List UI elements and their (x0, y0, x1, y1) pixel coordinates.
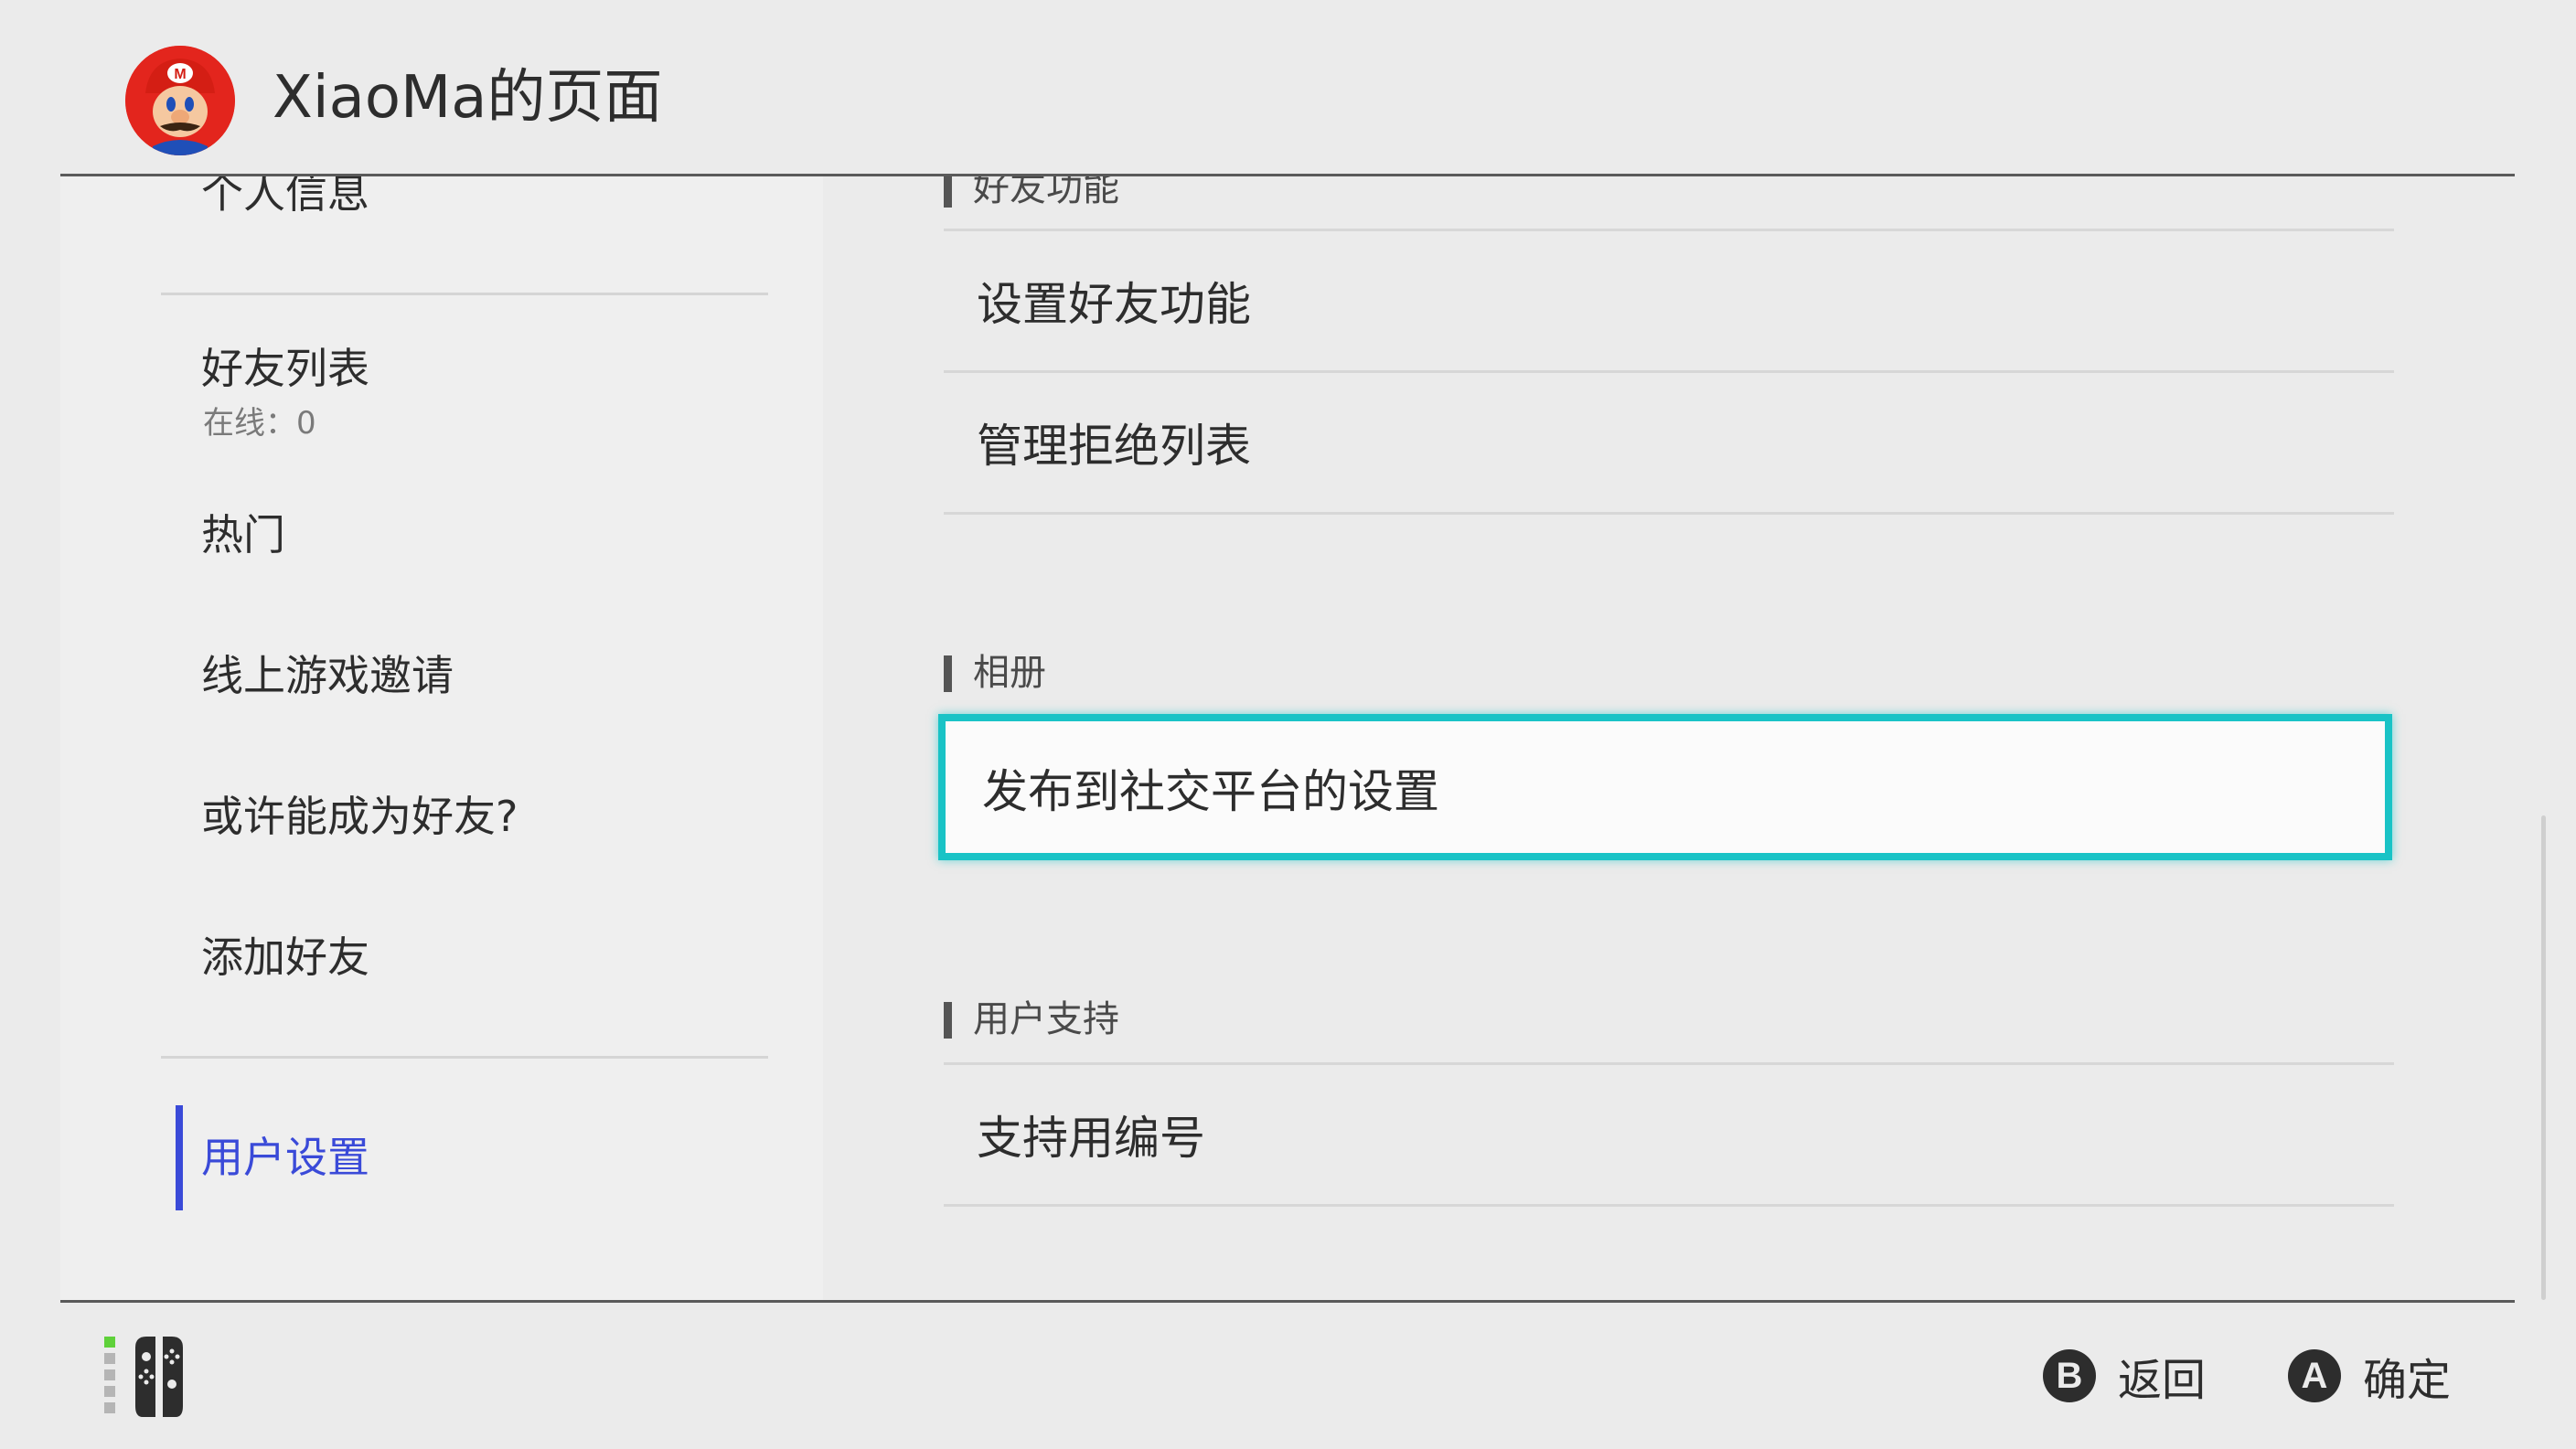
sidebar-item-online-invites[interactable]: 线上游戏邀请 (201, 648, 454, 703)
page-title: XiaoMa的页面 (273, 64, 663, 132)
sidebar-item-add-friend[interactable]: 添加好友 (201, 930, 369, 985)
settings-panel: 好友功能 设置好友功能 管理拒绝列表 相册 发布到社交平台的设置 用户支持 支持… (823, 176, 2533, 1301)
sidebar-item-label: 添加好友 (201, 932, 369, 982)
row-divider (944, 512, 2394, 515)
b-button-icon: B (2043, 1349, 2096, 1402)
row-divider (944, 1062, 2394, 1065)
online-count: 在线：0 (203, 405, 316, 442)
row-support-code[interactable]: 支持用编号 (977, 1106, 1205, 1170)
user-avatar[interactable]: M (125, 46, 235, 155)
sidebar-item-label: 或许能成为好友? (201, 792, 518, 841)
sidebar-item-user-settings[interactable]: 用户设置 (201, 1130, 369, 1185)
row-divider (944, 229, 2394, 231)
section-heading-label: 好友功能 (973, 176, 1119, 209)
header: M XiaoMa的页面 (0, 0, 2576, 176)
active-indicator (176, 1105, 183, 1210)
sidebar-item-profile[interactable]: 个人信息 (201, 176, 369, 220)
sidebar-item-friend-list[interactable]: 好友列表 (201, 341, 369, 396)
joycon-controller-icon (102, 1333, 230, 1421)
mario-avatar-icon: M (125, 46, 235, 155)
section-heading-label: 相册 (973, 652, 1046, 694)
sidebar-item-trending[interactable]: 热门 (201, 507, 285, 562)
footer-divider (60, 1300, 2515, 1303)
sidebar-item-suggested-friends[interactable]: 或许能成为好友? (201, 789, 518, 844)
section-heading-friend-features: 好友功能 (944, 176, 1119, 213)
confirm-button[interactable]: A 确定 (2288, 1344, 2451, 1408)
sidebar-item-label: 个人信息 (201, 176, 369, 218)
section-heading-user-support: 用户支持 (944, 995, 1119, 1044)
sidebar-item-label: 用户设置 (201, 1133, 369, 1182)
sidebar: 个人信息 好友列表 在线：0 热门 线上游戏邀请 或许能成为好友? 添加好友 用… (60, 176, 823, 1301)
back-label: 返回 (2118, 1355, 2207, 1406)
row-divider (944, 1204, 2394, 1207)
section-heading-label: 用户支持 (973, 998, 1119, 1040)
row-block-list[interactable]: 管理拒绝列表 (977, 414, 1251, 478)
svg-text:M: M (174, 67, 186, 82)
scrollbar[interactable] (2541, 815, 2546, 1300)
back-button[interactable]: B 返回 (2043, 1344, 2206, 1408)
sidebar-item-label: 热门 (201, 510, 285, 559)
sidebar-divider (161, 293, 768, 295)
row-divider (944, 370, 2394, 373)
row-label: 发布到社交平台的设置 (982, 765, 1439, 818)
sidebar-item-label: 线上游戏邀请 (201, 651, 454, 700)
sidebar-item-label: 好友列表 (201, 344, 369, 393)
row-friend-settings[interactable]: 设置好友功能 (977, 272, 1251, 336)
row-social-posting-settings[interactable]: 发布到社交平台的设置 (938, 714, 2392, 860)
confirm-label: 确定 (2363, 1355, 2452, 1406)
sidebar-divider (161, 1056, 768, 1059)
a-button-icon: A (2288, 1349, 2341, 1402)
user-page-screen: M XiaoMa的页面 个人信息 好友列表 在线：0 热门 线上游戏邀请 或许能… (0, 0, 2576, 1449)
section-heading-album: 相册 (944, 648, 1046, 698)
